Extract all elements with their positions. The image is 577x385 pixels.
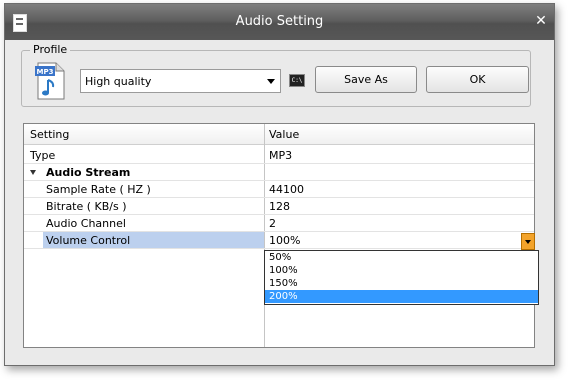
dropdown-option[interactable]: 100%: [265, 264, 538, 277]
header-setting[interactable]: Setting: [30, 128, 69, 141]
row-value: 44100: [269, 183, 304, 196]
row-value: MP3: [269, 149, 293, 162]
row-value: 2: [269, 217, 276, 230]
profile-select-value: High quality: [85, 75, 152, 88]
option-label: 200%: [269, 291, 298, 302]
row-key: Audio Channel: [46, 217, 126, 230]
header-value[interactable]: Value: [269, 128, 299, 141]
row-key: Bitrate ( KB/s ): [46, 200, 127, 213]
grid-row-bitrate[interactable]: Bitrate ( KB/s ) 128: [24, 198, 534, 215]
dropdown-option[interactable]: 150%: [265, 277, 538, 290]
command-prompt-icon[interactable]: C:\: [289, 74, 305, 87]
mp3-icon-label: MP3: [37, 68, 54, 76]
row-key: Volume Control: [46, 234, 131, 247]
settings-grid: Setting Value Type MP3 Audio Stream Samp…: [23, 123, 535, 348]
profile-group-label: Profile: [30, 43, 71, 56]
profile-select[interactable]: High quality: [80, 69, 281, 93]
ok-button[interactable]: OK: [426, 66, 529, 93]
row-value: 128: [269, 200, 290, 213]
grid-row-type[interactable]: Type MP3: [24, 147, 534, 164]
grid-row-volume-control[interactable]: Volume Control 100%: [24, 232, 535, 250]
mp3-file-icon: MP3: [35, 62, 65, 100]
category-label: Audio Stream: [46, 166, 131, 179]
option-label: 50%: [269, 252, 292, 263]
chevron-down-icon[interactable]: [267, 79, 275, 84]
dropdown-option-selected[interactable]: 200%: [265, 290, 538, 303]
dropdown-option[interactable]: 50%: [265, 251, 538, 264]
option-label: 150%: [269, 278, 298, 289]
row-value[interactable]: 100%: [269, 234, 300, 247]
grid-header: Setting Value: [24, 124, 534, 145]
row-key: Sample Rate ( HZ ): [46, 183, 151, 196]
collapse-triangle-icon[interactable]: [30, 170, 36, 175]
close-icon[interactable]: ✕: [534, 13, 548, 29]
save-as-button[interactable]: Save As: [315, 66, 417, 93]
volume-dropdown-list: 50% 100% 150% 200%: [264, 250, 539, 305]
title-bar[interactable]: Audio Setting ✕: [5, 4, 554, 40]
grid-category-audio-stream[interactable]: Audio Stream: [24, 164, 534, 181]
option-label: 100%: [269, 265, 298, 276]
row-key: Type: [30, 149, 56, 162]
window-title: Audio Setting: [235, 14, 324, 29]
grid-row-audio-channel[interactable]: Audio Channel 2: [24, 215, 534, 232]
grid-row-sample-rate[interactable]: Sample Rate ( HZ ) 44100: [24, 181, 534, 198]
dropdown-arrow-icon[interactable]: [521, 233, 535, 250]
